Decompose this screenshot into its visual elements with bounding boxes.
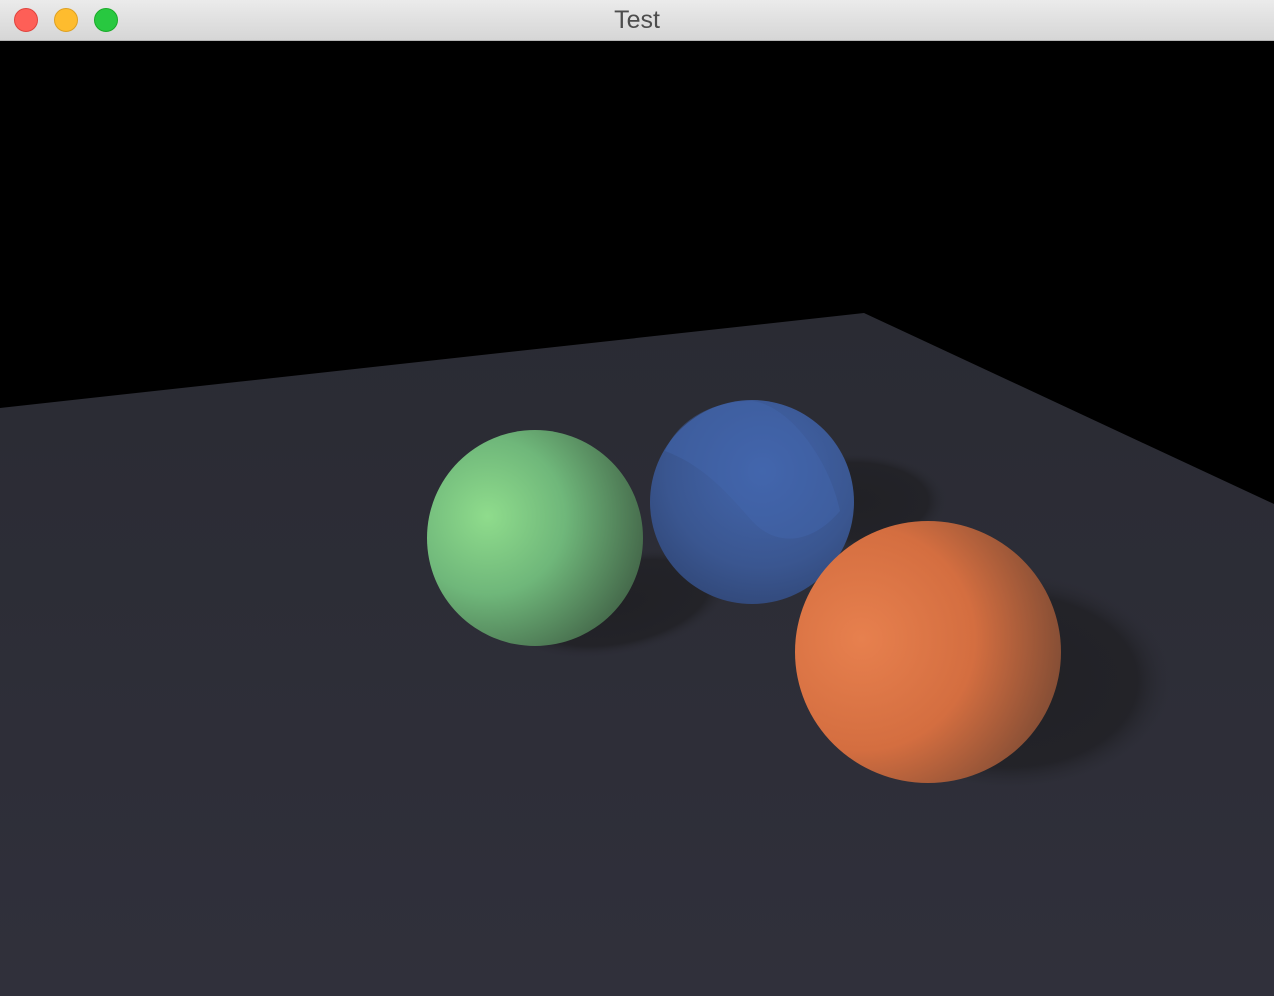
title-bar[interactable]: Test xyxy=(0,0,1274,41)
3d-scene xyxy=(0,41,1274,996)
app-window: Test xyxy=(0,0,1274,996)
zoom-window-button[interactable] xyxy=(94,8,118,32)
window-title: Test xyxy=(614,6,660,34)
green-sphere xyxy=(427,430,643,646)
close-window-button[interactable] xyxy=(14,8,38,32)
minimize-window-button[interactable] xyxy=(54,8,78,32)
render-viewport[interactable] xyxy=(0,41,1274,996)
orange-sphere xyxy=(795,521,1061,783)
